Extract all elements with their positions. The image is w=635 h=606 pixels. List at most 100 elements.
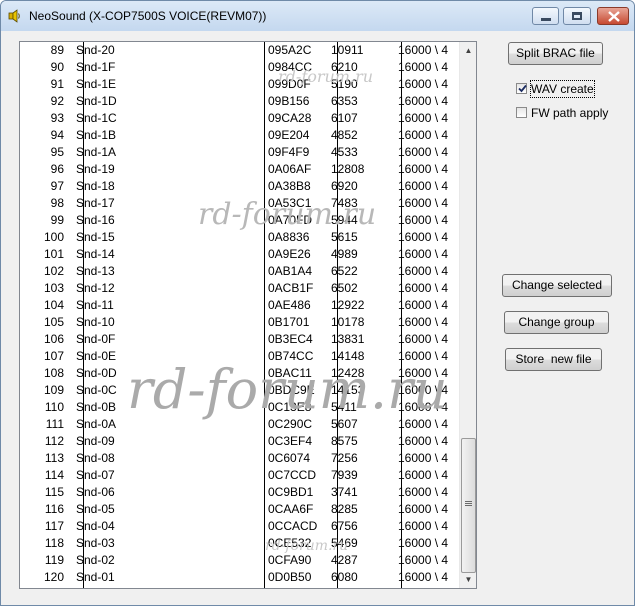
list-item[interactable]: 89 Snd-20 095A2C 10911 16000 \ 4	[20, 42, 460, 59]
list-item[interactable]: 103 Snd-12 0ACB1F 6502 16000 \ 4	[20, 280, 460, 297]
list-item[interactable]: 110 Snd-0B 0C13E8 5411 16000 \ 4	[20, 399, 460, 416]
sound-name: Snd-09	[76, 434, 115, 448]
offset-value: 095A2C	[268, 43, 312, 57]
offset-value: 0D0B50	[268, 570, 312, 584]
list-item[interactable]: 107 Snd-0E 0B74CC 14148 16000 \ 4	[20, 348, 460, 365]
vertical-scrollbar[interactable]: ▲ ▼	[459, 42, 476, 588]
list-item[interactable]: 102 Snd-13 0AB1A4 6522 16000 \ 4	[20, 263, 460, 280]
size-value: 13831	[331, 332, 365, 346]
list-item[interactable]: 91 Snd-1E 099D0F 5190 16000 \ 4	[20, 76, 460, 93]
row-number: 108	[43, 366, 64, 380]
list-item[interactable]: 113 Snd-08 0C6074 7256 16000 \ 4	[20, 450, 460, 467]
format-value: 16000 \ 4	[398, 264, 449, 278]
format-value: 16000 \ 4	[398, 383, 449, 397]
list-item[interactable]: 114 Snd-07 0C7CCD 7939 16000 \ 4	[20, 467, 460, 484]
row-number: 114	[44, 468, 64, 482]
offset-value: 0A8836	[268, 230, 310, 244]
list-item[interactable]: 95 Snd-1A 09F4F9 4533 16000 \ 4	[20, 144, 460, 161]
fw-path-apply-label: FW path apply	[531, 106, 609, 120]
scroll-down-arrow-icon[interactable]: ▼	[460, 571, 476, 588]
offset-value: 099D0F	[268, 77, 311, 91]
list-item[interactable]: 105 Snd-10 0B1701 10178 16000 \ 4	[20, 314, 460, 331]
sound-name: Snd-01	[76, 570, 115, 584]
list-item[interactable]: 92 Snd-1D 09B156 6353 16000 \ 4	[20, 93, 460, 110]
row-number: 99	[50, 213, 64, 227]
fw-path-apply-checkbox-box[interactable]	[516, 107, 527, 118]
sound-name: Snd-0F	[76, 332, 116, 346]
size-value: 6107	[331, 111, 358, 125]
row-number: 101	[43, 247, 64, 261]
list-item[interactable]: 108 Snd-0D 0BAC11 12428 16000 \ 4	[20, 365, 460, 382]
store-new-file-button[interactable]: Store new file	[505, 348, 602, 371]
list-item[interactable]: 100 Snd-15 0A8836 5615 16000 \ 4	[20, 229, 460, 246]
list-item[interactable]: 106 Snd-0F 0B3EC4 13831 16000 \ 4	[20, 331, 460, 348]
size-value: 5469	[331, 536, 358, 550]
offset-value: 0AB1A4	[268, 264, 313, 278]
format-value: 16000 \ 4	[398, 196, 449, 210]
grip-line	[465, 503, 472, 504]
list-item[interactable]: 97 Snd-18 0A38B8 6920 16000 \ 4	[20, 178, 460, 195]
maximize-button[interactable]	[563, 7, 591, 25]
list-item[interactable]: 104 Snd-11 0AE486 12922 16000 \ 4	[20, 297, 460, 314]
list-item[interactable]: 93 Snd-1C 09CA28 6107 16000 \ 4	[20, 110, 460, 127]
row-number: 92	[50, 94, 64, 108]
size-value: 3741	[331, 485, 358, 499]
list-item[interactable]: 120 Snd-01 0D0B50 6080 16000 \ 4	[20, 569, 460, 586]
minimize-button[interactable]	[532, 7, 559, 25]
row-number: 110	[44, 400, 64, 414]
sound-name: Snd-08	[76, 451, 115, 465]
list-item[interactable]: 98 Snd-17 0A53C1 7483 16000 \ 4	[20, 195, 460, 212]
speaker-icon	[7, 8, 23, 24]
row-number: 100	[43, 230, 64, 244]
list-item[interactable]: 96 Snd-19 0A06AF 12808 16000 \ 4	[20, 161, 460, 178]
row-number: 107	[43, 349, 64, 363]
list-item[interactable]: 90 Snd-1F 0984CC 6210 16000 \ 4	[20, 59, 460, 76]
sound-name: Snd-17	[76, 196, 115, 210]
row-number: 89	[50, 43, 64, 57]
scroll-up-arrow-icon[interactable]: ▲	[460, 42, 476, 59]
title-bar[interactable]: NeoSound (X-COP7500S VOICE(REVM07))	[1, 1, 634, 31]
scroll-thumb[interactable]	[461, 438, 476, 573]
sound-name: Snd-07	[76, 468, 115, 482]
change-selected-button[interactable]: Change selected	[502, 274, 612, 297]
list-item[interactable]: 116 Snd-05 0CAA6F 8285 16000 \ 4	[20, 501, 460, 518]
size-value: 6502	[331, 281, 358, 295]
change-group-button[interactable]: Change group	[504, 311, 609, 334]
format-value: 16000 \ 4	[398, 281, 449, 295]
sound-list[interactable]: 89 Snd-20 095A2C 10911 16000 \ 4 90 Snd-1F 0984…	[19, 41, 477, 589]
format-value: 16000 \ 4	[398, 400, 449, 414]
sound-name: Snd-1A	[76, 145, 117, 159]
list-item[interactable]: 117 Snd-04 0CCACD 6756 16000 \ 4	[20, 518, 460, 535]
sound-name: Snd-11	[76, 298, 114, 312]
row-number: 120	[43, 570, 64, 584]
list-item[interactable]: 115 Snd-06 0C9BD1 3741 16000 \ 4	[20, 484, 460, 501]
size-value: 7939	[331, 468, 358, 482]
offset-value: 0ACB1F	[268, 281, 314, 295]
list-item[interactable]: 109 Snd-0C 0BDC9E 14153 16000 \ 4	[20, 382, 460, 399]
format-value: 16000 \ 4	[398, 519, 449, 533]
size-value: 6080	[331, 570, 358, 584]
list-item[interactable]: 101 Snd-14 0A9E26 4989 16000 \ 4	[20, 246, 460, 263]
list-item[interactable]: 118 Snd-03 0CE532 5469 16000 \ 4	[20, 535, 460, 552]
split-brac-file-button[interactable]: Split BRAC file	[508, 42, 603, 65]
offset-value: 0C9BD1	[268, 485, 314, 499]
wav-create-checkbox-box[interactable]	[516, 83, 527, 94]
format-value: 16000 \ 4	[398, 417, 449, 431]
row-number: 102	[43, 264, 64, 278]
row-number: 91	[50, 77, 64, 91]
format-value: 16000 \ 4	[398, 213, 449, 227]
sound-name: Snd-16	[76, 213, 115, 227]
list-item[interactable]: 119 Snd-02 0CFA90 4287 16000 \ 4	[20, 552, 460, 569]
list-item[interactable]: 99 Snd-16 0A70FD 5944 16000 \ 4	[20, 212, 460, 229]
size-value: 14148	[331, 349, 365, 363]
list-item[interactable]: 112 Snd-09 0C3EF4 8575 16000 \ 4	[20, 433, 460, 450]
list-item[interactable]: 94 Snd-1B 09E204 4852 16000 \ 4	[20, 127, 460, 144]
size-value: 7483	[331, 196, 358, 210]
size-value: 6353	[331, 94, 358, 108]
list-item[interactable]: 111 Snd-0A 0C290C 5607 16000 \ 4	[20, 416, 460, 433]
sound-name: Snd-12	[76, 281, 115, 295]
offset-value: 0A9E26	[268, 247, 311, 261]
close-button[interactable]	[597, 7, 629, 25]
offset-value: 0CCACD	[268, 519, 318, 533]
offset-value: 0A38B8	[268, 179, 311, 193]
